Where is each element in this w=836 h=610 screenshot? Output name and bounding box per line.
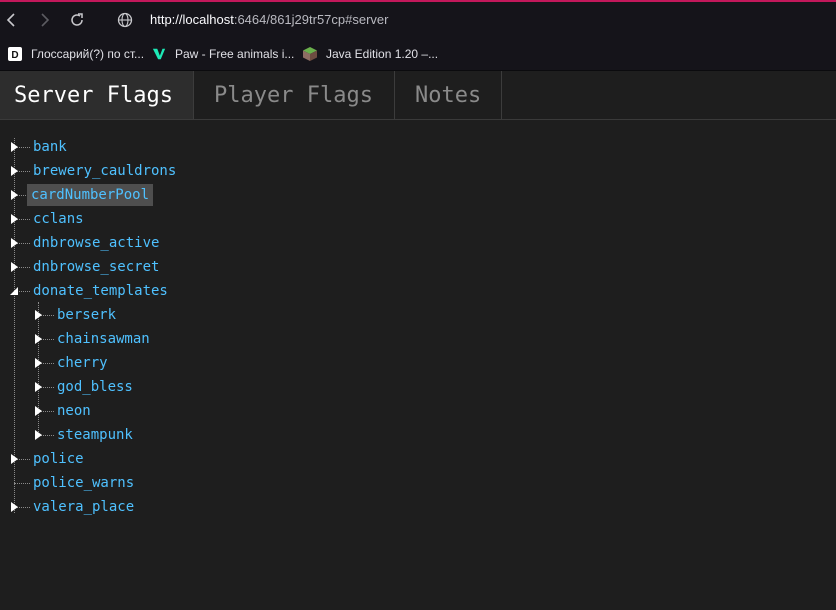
tree-node-selected[interactable]: cardNumberPool [0, 183, 400, 207]
expand-arrow-icon[interactable] [10, 166, 20, 176]
reload-icon [71, 13, 83, 26]
bookmark-java-edition[interactable]: Java Edition 1.20 –... [303, 44, 438, 64]
tree-node-label[interactable]: cardNumberPool [27, 184, 154, 206]
expand-arrow-icon[interactable] [34, 358, 44, 368]
tree-node-label[interactable]: neon [57, 402, 91, 420]
expand-arrow-icon[interactable] [34, 406, 44, 416]
forward-button[interactable] [36, 11, 54, 29]
grass-block-icon [303, 47, 317, 61]
expand-arrow-icon[interactable] [10, 502, 20, 512]
tree-node-label[interactable]: police [33, 450, 84, 468]
tree-child-node[interactable]: god_bless [0, 375, 400, 399]
bookmark-glossary[interactable]: D Глоссарий(?) по ст... [8, 44, 144, 64]
flags-tab-bar: Server Flags Player Flags Notes [0, 71, 836, 120]
tab-notes[interactable]: Notes [395, 71, 502, 119]
tree-node-label[interactable]: bank [33, 138, 67, 156]
tree-node[interactable]: police [0, 447, 400, 471]
bookmark-paw[interactable]: Paw - Free animals i... [152, 44, 294, 64]
bookmark-label: Paw - Free animals i... [175, 47, 295, 61]
tree-node-label[interactable]: donate_templates [33, 282, 168, 300]
url-path: :6464/861j29tr57cp#server [233, 12, 389, 27]
expand-arrow-icon[interactable] [34, 310, 44, 320]
browser-toolbar: http://localhost:6464/861j29tr57cp#serve… [0, 2, 836, 38]
tree-node[interactable]: brewery_cauldrons [0, 159, 400, 183]
expand-arrow-icon[interactable] [34, 334, 44, 344]
tree-child-node[interactable]: cherry [0, 351, 400, 375]
flag-tree: bank brewery_cauldrons cardNumberPool cc… [0, 120, 836, 610]
globe-icon [117, 12, 133, 28]
back-button[interactable] [2, 11, 20, 29]
tree-node-expanded[interactable]: donate_templates [0, 279, 400, 303]
tree-node-label[interactable]: valera_place [33, 498, 134, 516]
address-bar[interactable]: http://localhost:6464/861j29tr57cp#serve… [150, 12, 389, 27]
expand-arrow-icon[interactable] [10, 454, 20, 464]
bookmark-label: Java Edition 1.20 –... [326, 47, 439, 61]
expand-arrow-icon[interactable] [34, 382, 44, 392]
tree-child-node[interactable]: chainsawman [0, 327, 400, 351]
tree-node-label[interactable]: cherry [57, 354, 108, 372]
tree-node[interactable]: dnbrowse_active [0, 231, 400, 255]
tree-node-label[interactable]: chainsawman [57, 330, 150, 348]
expand-arrow-icon[interactable] [10, 214, 20, 224]
expand-arrow-icon[interactable] [10, 262, 20, 272]
chevron-left-icon [6, 13, 15, 27]
collapse-arrow-icon[interactable] [9, 286, 19, 296]
tree-child-node[interactable]: berserk [0, 303, 400, 327]
tree-node-label[interactable]: steampunk [57, 426, 133, 444]
tree-leaf-node[interactable]: police_warns [0, 471, 400, 495]
tree-node-label[interactable]: brewery_cauldrons [33, 162, 176, 180]
chevron-right-icon [41, 13, 50, 27]
expand-arrow-icon[interactable] [10, 190, 20, 200]
d-square-icon: D [8, 47, 22, 61]
expand-arrow-icon[interactable] [34, 430, 44, 440]
bookmarks-bar: D Глоссарий(?) по ст... Paw - Free anima… [0, 38, 836, 71]
tree-node-label[interactable]: police_warns [33, 474, 134, 492]
tree-node[interactable]: dnbrowse_secret [0, 255, 400, 279]
tree-child-node[interactable]: steampunk [0, 423, 400, 447]
tree-node[interactable]: valera_place [0, 495, 400, 519]
reload-button[interactable] [68, 11, 86, 29]
expand-arrow-icon[interactable] [10, 142, 20, 152]
tree-node-label[interactable]: dnbrowse_secret [33, 258, 159, 276]
tree-node[interactable]: cclans [0, 207, 400, 231]
tree-node-label[interactable]: dnbrowse_active [33, 234, 159, 252]
svg-text:D: D [11, 50, 18, 61]
tab-player-flags[interactable]: Player Flags [194, 71, 395, 119]
paw-logo-icon [152, 47, 166, 61]
tree-node-label[interactable]: god_bless [57, 378, 133, 396]
tree-child-node[interactable]: neon [0, 399, 400, 423]
site-info-button[interactable] [116, 11, 134, 29]
tab-server-flags[interactable]: Server Flags [0, 71, 194, 119]
tree-node-label[interactable]: cclans [33, 210, 84, 228]
url-host: http://localhost [150, 12, 234, 27]
expand-arrow-icon[interactable] [10, 238, 20, 248]
tree-node[interactable]: bank [0, 135, 400, 159]
bookmark-label: Глоссарий(?) по ст... [31, 47, 145, 61]
tree-node-label[interactable]: berserk [57, 306, 116, 324]
